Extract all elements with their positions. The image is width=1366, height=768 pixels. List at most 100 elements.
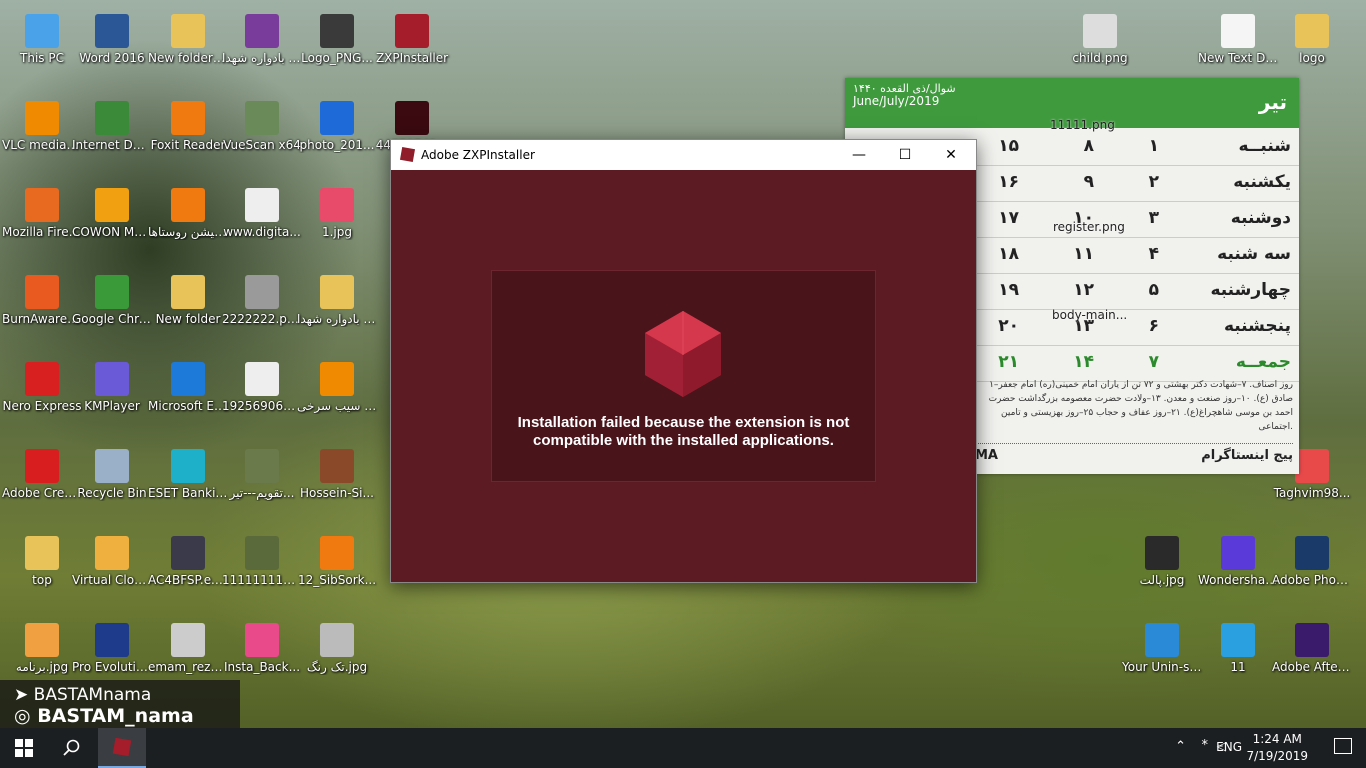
taskbar: ⌃ * ◁ ENG 1:24 AM 7/19/2019: [0, 728, 1366, 768]
calendar-date-week2: ۱۱: [1073, 244, 1094, 264]
desktop-icon[interactable]: New folder (2): [146, 8, 230, 66]
desktop-icon[interactable]: Your Unin-staller!: [1120, 617, 1204, 675]
desktop-icon[interactable]: تقویم---تیر...: [220, 443, 304, 501]
desktop-icon[interactable]: VueScan x64: [220, 95, 304, 153]
desktop-icon[interactable]: ZXPInstaller: [370, 8, 454, 66]
desktop-icon-label: KMPlayer: [84, 399, 140, 413]
desktop-icon[interactable]: 12_SibSork...: [295, 530, 379, 588]
maximize-button[interactable]: ☐: [882, 140, 928, 170]
desktop-icon-image: [171, 536, 205, 570]
file-body-main[interactable]: body-main...: [1052, 308, 1127, 322]
desktop-icon[interactable]: AC4BFSP.exe - Shortcut: [146, 530, 230, 588]
desktop-icon[interactable]: حاج حسین سیب سرخی: [295, 356, 379, 414]
instagram-handle: ◎ BASTAM_nama: [14, 705, 194, 727]
desktop-icon-image: [320, 362, 354, 396]
calendar-date-week3: ۱۶: [998, 172, 1019, 192]
desktop-icon[interactable]: emam_reza...: [146, 617, 230, 675]
desktop-icon[interactable]: New Text Document....: [1196, 8, 1280, 66]
desktop-icon-label: تک رنگ.jpg: [306, 660, 368, 674]
file-11111-png[interactable]: 11111.png: [1050, 118, 1115, 132]
desktop-icon-image: [171, 275, 205, 309]
desktop-icon[interactable]: تک رنگ.jpg: [295, 617, 379, 675]
desktop-icon-label: photo_201...: [299, 138, 375, 152]
desktop-icon[interactable]: لوگو بادواره شهدا.zip: [220, 8, 304, 66]
clock-date: 7/19/2019: [1246, 749, 1308, 763]
zxp-app-icon: [399, 146, 416, 163]
desktop-icon-image: [245, 188, 279, 222]
desktop-icon[interactable]: Hossein-Si...: [295, 443, 379, 501]
desktop-icon-label: Logo_PNG...: [301, 51, 373, 65]
zxpinstaller-window: Adobe ZXPInstaller — ☐ ✕ Installation fa…: [390, 139, 977, 583]
desktop-icon-image: [25, 275, 59, 309]
desktop-icon-image: [95, 623, 129, 657]
desktop-icon[interactable]: پالت.jpg: [1120, 530, 1204, 588]
calendar-footer-label: پیج اینستاگرام: [1201, 448, 1293, 463]
desktop-icon[interactable]: Adobe After Effects CC...: [1270, 617, 1354, 675]
desktop-icon[interactable]: 1111111111...: [220, 530, 304, 588]
desktop-icon[interactable]: Pro Evolution Soccer 2019: [70, 617, 154, 675]
desktop-icon[interactable]: Logo_PNG...: [295, 8, 379, 66]
desktop-icon[interactable]: 2222222.png: [220, 269, 304, 327]
desktop-icon-image: [1295, 623, 1329, 657]
desktop-icon[interactable]: Adobe Photosho...: [1270, 530, 1354, 588]
desktop-icon[interactable]: ESET Banking & Payment...: [146, 443, 230, 501]
calendar-weekday: چهارشنبه: [1210, 280, 1291, 300]
desktop-icon-label: Adobe After Effects CC...: [1272, 660, 1354, 674]
desktop-icon-label: لوگو بادواره شهدا: [297, 312, 379, 326]
desktop-icon[interactable]: 1.jpg: [295, 182, 379, 240]
desktop-icon-image: [25, 449, 59, 483]
calendar-date-week1: ۲: [1148, 172, 1159, 192]
close-button[interactable]: ✕: [928, 140, 974, 170]
desktop-icon[interactable]: Insta_Back...: [220, 617, 304, 675]
desktop-icon-image: [1083, 14, 1117, 48]
desktop-icon[interactable]: logo: [1270, 8, 1354, 66]
minimize-button[interactable]: —: [836, 140, 882, 170]
desktop-icon[interactable]: Microsoft Edge: [146, 356, 230, 414]
action-center-icon[interactable]: [1334, 738, 1352, 754]
desktop-icon-label: 11: [1230, 660, 1246, 674]
desktop-icon[interactable]: www.digita...: [220, 182, 304, 240]
desktop-icon[interactable]: New folder: [146, 269, 230, 327]
language-indicator[interactable]: ENG: [1216, 740, 1242, 754]
file-register-png[interactable]: register.png: [1053, 220, 1125, 234]
desktop-icon-label: New folder (2): [148, 51, 230, 65]
desktop-icon[interactable]: 11: [1196, 617, 1280, 675]
desktop-icon[interactable]: Virtual CloneDrive: [70, 530, 154, 588]
desktop-icon[interactable]: لوگو بادواره شهدا: [295, 269, 379, 327]
desktop-icon-image: [171, 14, 205, 48]
desktop-icon-label: Taghvim98...: [1273, 486, 1351, 500]
desktop-icon-image: [320, 275, 354, 309]
desktop-icon[interactable]: Foxit Reader: [146, 95, 230, 153]
start-button[interactable]: [0, 728, 48, 768]
desktop-icon[interactable]: Word 2016: [70, 8, 154, 66]
desktop-icon[interactable]: 192569060...: [220, 356, 304, 414]
calendar-weekday: شنبــه: [1238, 136, 1291, 156]
desktop-icon[interactable]: انیمیشن روستاها.pd...: [146, 182, 230, 240]
desktop-icon-image: [245, 101, 279, 135]
network-icon[interactable]: *: [1202, 738, 1209, 753]
desktop-icon-image: [1145, 623, 1179, 657]
calendar-date-week3: ۱۵: [998, 136, 1019, 156]
desktop-icon[interactable]: Wondershare Video Conv...: [1196, 530, 1280, 588]
taskbar-zxpinstaller[interactable]: [98, 728, 146, 768]
desktop-icon-label: لوگو بادواره شهدا.zip: [222, 51, 304, 65]
desktop-icon[interactable]: Recycle Bin: [70, 443, 154, 501]
desktop-icon[interactable]: photo_201...: [295, 95, 379, 153]
desktop-icon-image: [1145, 536, 1179, 570]
desktop-icon[interactable]: child.png: [1058, 8, 1142, 66]
desktop-icon-image: [395, 101, 429, 135]
search-button[interactable]: [48, 728, 96, 768]
desktop-icon-image: [95, 449, 129, 483]
desktop-icon[interactable]: KMPlayer: [70, 356, 154, 414]
desktop-icon[interactable]: COWON Media Cent...: [70, 182, 154, 240]
show-hidden-icons[interactable]: ⌃: [1175, 739, 1186, 754]
desktop-icon-label: Internet Downlo...: [72, 138, 154, 152]
desktop-icon-label: Foxit Reader: [150, 138, 226, 152]
clock[interactable]: 1:24 AM 7/19/2019: [1246, 731, 1308, 765]
title-bar[interactable]: Adobe ZXPInstaller — ☐ ✕: [391, 140, 976, 170]
desktop-icon-image: [245, 449, 279, 483]
desktop-icon-label: New Text Document....: [1198, 51, 1280, 65]
desktop-icon[interactable]: Internet Downlo...: [70, 95, 154, 153]
desktop-icon[interactable]: Google Chrome: [70, 269, 154, 327]
calendar-date-week2: ۹: [1083, 172, 1094, 192]
